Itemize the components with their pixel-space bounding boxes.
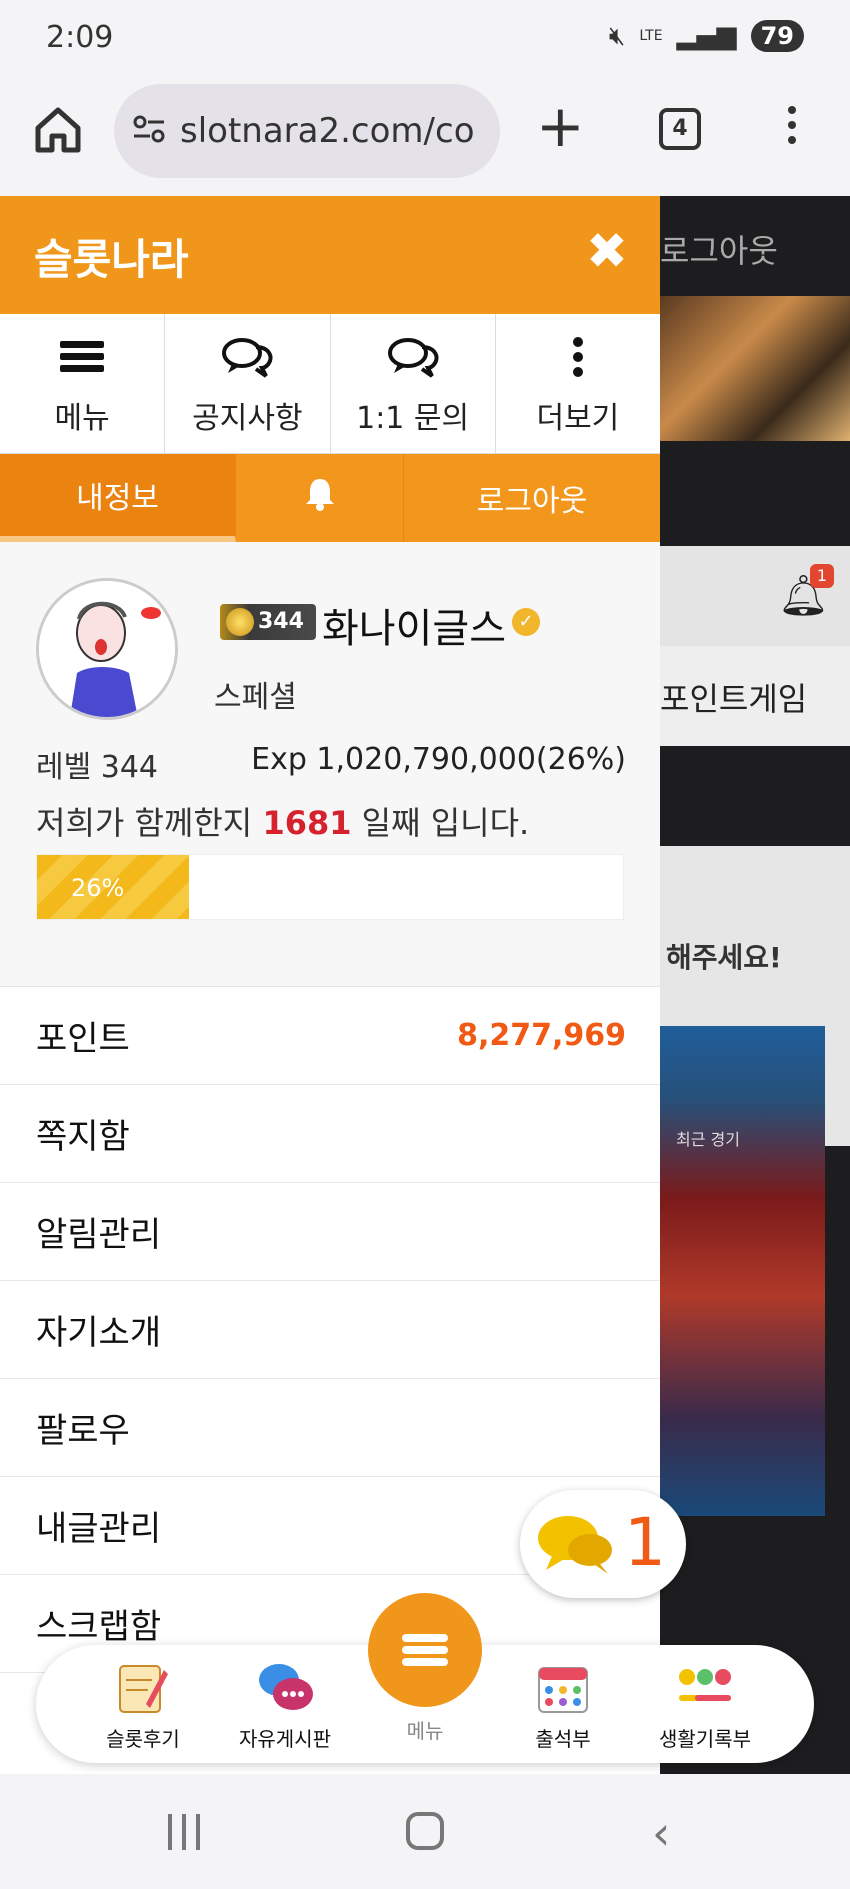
menu-item-follow[interactable]: 팔로우 [0,1379,660,1477]
days-count: 1681 [262,804,352,842]
site-title: 슬롯나라 [34,235,189,284]
dock-item-label: 생활기록부 [659,1727,751,1751]
bell-icon [303,476,337,520]
tab-logout[interactable]: 로그아웃 [404,454,660,542]
bg-notification-row: 🔔︎ 1 [660,546,850,646]
new-tab-icon[interactable]: + [536,96,585,156]
dock-item-menu[interactable]: 메뉴 [350,1709,500,1744]
dock-item-label: 출석부 [535,1727,591,1751]
quick-menu-label: 더보기 [536,400,620,436]
menu-fab-button[interactable] [368,1593,482,1707]
profile-card: 344 화나이글스 ✓ 스페셜 레벨 344 Exp 1,020,790,000… [0,542,660,986]
chat-bubbles-icon [386,331,440,383]
address-bar[interactable]: slotnara2.com/co [114,84,500,178]
tab-switcher-button[interactable]: 4 [659,108,701,150]
menu-item-label: 포인트 [36,1019,130,1059]
more-vertical-icon [572,331,583,383]
chat-float-button[interactable]: 1 [520,1490,686,1598]
bg-logout-link: 로그아웃 [660,232,778,270]
review-note-icon [68,1659,218,1717]
dock-item-slot-review[interactable]: 슬롯후기 [68,1659,218,1752]
bg-game-banner: 최근 경기 [660,1026,825,1516]
quick-menu-inquiry[interactable]: 1:1 문의 [331,314,496,453]
bg-recent-games-label: 최근 경기 [676,1130,740,1149]
chat-bubbles-icon [220,331,274,383]
menu-item-label: 쪽지함 [36,1117,130,1157]
home-icon[interactable] [30,102,86,158]
nickname: 화나이글스 [322,606,506,652]
membership-days: 저희가 함께한지 1681 일째 입니다. [36,798,529,844]
dock-item-life-record[interactable]: 생활기록부 [630,1659,780,1752]
chat-bubbles-icon [536,1512,616,1580]
bg-notice-text: 해주세요! [666,941,782,974]
chat-bubbles-icon [210,1659,360,1717]
quick-menu-menu[interactable]: 메뉴 [0,314,166,453]
drawer-tabs: 내정보 로그아웃 [0,454,660,542]
home-nav-icon[interactable] [406,1812,444,1850]
site-settings-icon[interactable] [132,114,166,148]
url-text: slotnara2.com/co [180,111,475,151]
calendar-icon [488,1659,638,1717]
bg-point-game-row: 포인트게임 [660,646,850,746]
verified-check-icon: ✓ [512,608,540,636]
menu-item-points[interactable]: 포인트 8,277,969 [0,987,660,1085]
dock-item-label: 슬롯후기 [106,1727,180,1751]
avatar[interactable] [36,578,178,720]
quick-menu-label: 메뉴 [54,400,110,436]
bg-notification-badge: 1 [810,564,834,588]
member-grade: 스페셜 [214,680,297,715]
level-badge: 344 [220,604,316,640]
menu-item-self-intro[interactable]: 자기소개 [0,1281,660,1379]
background-page: 로그아웃 🔔︎ 1 포인트게임 해주세요! 최근 경기 [660,196,850,1774]
bg-point-game-label: 포인트게임 [660,680,808,718]
back-icon[interactable]: ‹ [652,1810,670,1856]
tab-notifications[interactable] [236,454,404,542]
menu-item-label: 팔로우 [36,1411,130,1451]
menu-icon [402,1630,448,1670]
bg-banner-image [660,296,850,441]
dock-item-label: 자유게시판 [239,1727,331,1751]
battery-level: 79 [750,20,804,52]
level-label: 레벨 344 [36,750,158,785]
menu-item-messages[interactable]: 쪽지함 [0,1085,660,1183]
emoji-faces-icon [630,1659,780,1717]
quick-menu-label: 1:1 문의 [356,400,470,436]
tab-my-info[interactable]: 내정보 [0,454,236,542]
quick-menu: 메뉴 공지사항 1:1 문의 더보기 [0,314,660,454]
chat-count: 1 [624,1504,666,1581]
level-gem-icon [226,608,254,636]
browser-menu-icon[interactable] [788,106,796,151]
dock-item-label: 메뉴 [406,1719,444,1743]
points-value: 8,277,969 [457,1018,626,1053]
drawer-header: 슬롯나라 ✖ [0,196,660,314]
signal-icon: ▂▄▆ [676,21,737,51]
exp-progress-bar: 26% [36,854,624,920]
status-icons: 🔇︎ LTE ▂▄▆ 79 [609,20,804,52]
menu-item-notification-settings[interactable]: 알림관리 [0,1183,660,1281]
days-prefix: 저희가 함께한지 [36,804,253,842]
quick-menu-label: 공지사항 [192,400,303,436]
browser-toolbar: slotnara2.com/co + 4 [0,78,850,196]
menu-item-label: 내글관리 [36,1509,162,1549]
menu-item-label: 자기소개 [36,1313,162,1353]
menu-item-label: 알림관리 [36,1215,162,1255]
recent-apps-icon[interactable] [168,1814,200,1850]
quick-menu-notice[interactable]: 공지사항 [165,314,331,453]
network-type: LTE [639,28,663,44]
exp-label: Exp 1,020,790,000(26%) [251,742,626,777]
status-bar: 2:09 🔇︎ LTE ▂▄▆ 79 [0,0,850,78]
dock-item-free-board[interactable]: 자유게시판 [210,1659,360,1752]
menu-item-label: 스크랩함 [36,1607,162,1647]
dock-item-attendance[interactable]: 출석부 [488,1659,638,1752]
quick-menu-more[interactable]: 더보기 [496,314,660,453]
menu-icon [60,331,105,383]
mute-icon: 🔇︎ [608,20,626,51]
system-nav-bar: ‹ [0,1774,850,1889]
days-suffix: 일째 입니다. [361,804,530,842]
close-icon[interactable]: ✖ [586,226,628,276]
status-time: 2:09 [46,20,114,55]
level-badge-number: 344 [258,609,304,634]
exp-progress-fill: 26% [37,855,190,919]
